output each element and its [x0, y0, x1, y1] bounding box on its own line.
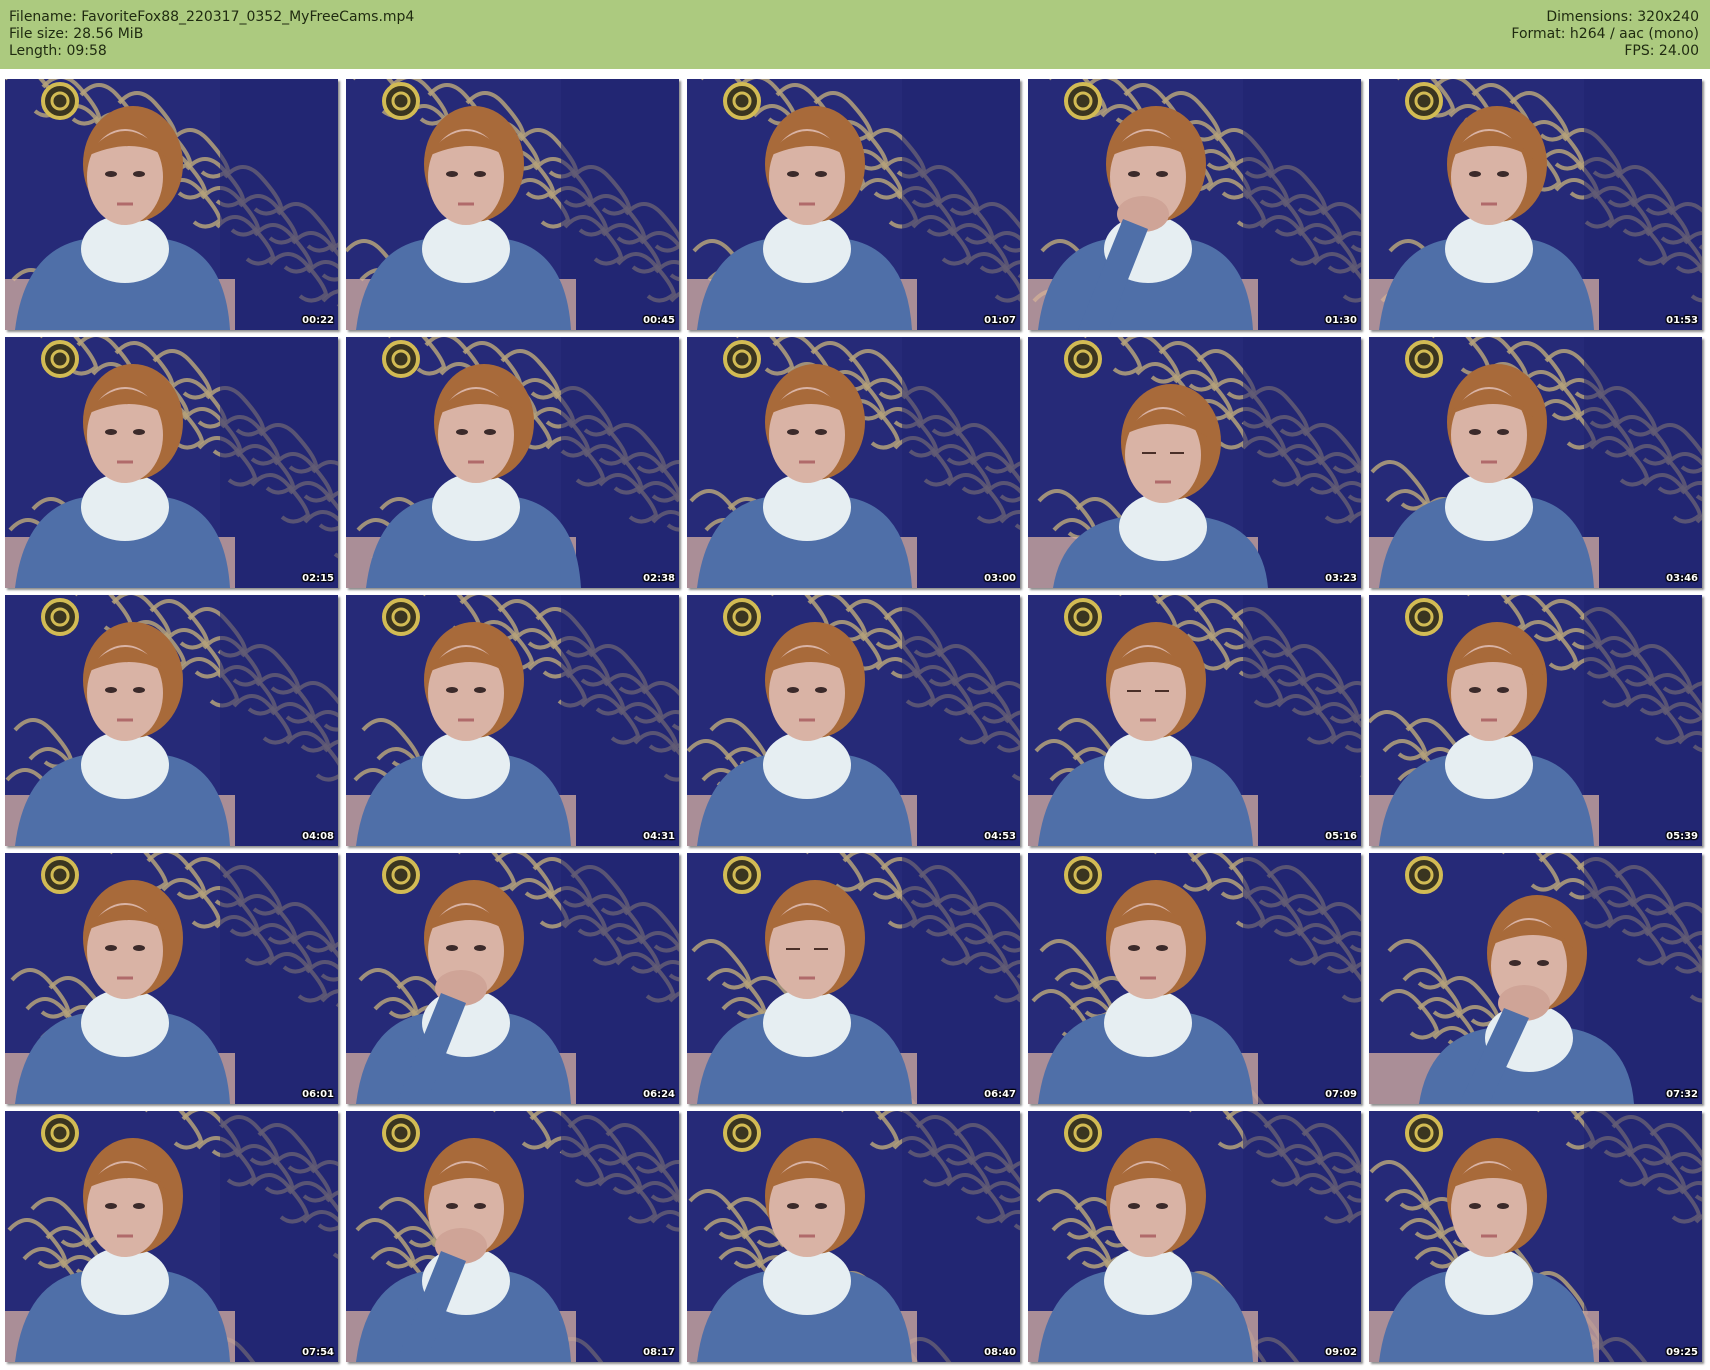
thumbnail-frame: [1369, 79, 1702, 330]
thumbnail-timestamp: 07:54: [302, 1347, 334, 1358]
thumbnail-frame: [346, 337, 679, 588]
video-thumbnail: 05:16: [1028, 595, 1361, 846]
filename-text: Filename: FavoriteFox88_220317_0352_MyFr…: [9, 9, 415, 25]
thumbnail-frame: [5, 1111, 338, 1362]
thumbnail-timestamp: 03:00: [984, 573, 1016, 584]
thumbnail-frame: [1028, 853, 1361, 1104]
thumbnail-timestamp: 04:53: [984, 831, 1016, 842]
thumbnail-frame: [346, 595, 679, 846]
thumbnail-frame: [5, 595, 338, 846]
thumbnail-frame: [5, 853, 338, 1104]
thumbnail-timestamp: 01:30: [1325, 315, 1357, 326]
video-thumbnail: 00:22: [5, 79, 338, 330]
video-thumbnail: 03:23: [1028, 337, 1361, 588]
video-thumbnail: 06:01: [5, 853, 338, 1104]
video-thumbnail: 08:40: [687, 1111, 1020, 1362]
thumbnail-frame: [1028, 79, 1361, 330]
thumbnail-timestamp: 07:32: [1666, 1089, 1698, 1100]
thumbnail-timestamp: 06:24: [643, 1089, 675, 1100]
thumbnail-frame: [1028, 1111, 1361, 1362]
video-thumbnail: 01:30: [1028, 79, 1361, 330]
thumbnail-timestamp: 05:39: [1666, 831, 1698, 842]
thumbnail-timestamp: 03:46: [1666, 573, 1698, 584]
thumbnail-frame: [346, 79, 679, 330]
thumbnail-frame: [5, 79, 338, 330]
thumbnail-timestamp: 05:16: [1325, 831, 1357, 842]
thumbnail-timestamp: 02:38: [643, 573, 675, 584]
thumbnail-timestamp: 06:01: [302, 1089, 334, 1100]
thumbnail-frame: [346, 1111, 679, 1362]
thumbnail-frame: [687, 337, 1020, 588]
video-thumbnail: 03:00: [687, 337, 1020, 588]
video-thumbnail: 01:53: [1369, 79, 1702, 330]
thumbnail-timestamp: 04:08: [302, 831, 334, 842]
thumbnail-frame: [687, 853, 1020, 1104]
thumbnail-frame: [1369, 853, 1702, 1104]
thumbnail-timestamp: 00:45: [643, 315, 675, 326]
thumbnail-timestamp: 02:15: [302, 573, 334, 584]
video-thumbnail: 05:39: [1369, 595, 1702, 846]
thumbnail-frame: [687, 79, 1020, 330]
video-thumbnail: 00:45: [346, 79, 679, 330]
video-thumbnail: 09:02: [1028, 1111, 1361, 1362]
thumbnail-timestamp: 08:40: [984, 1347, 1016, 1358]
thumbnail-timestamp: 03:23: [1325, 573, 1357, 584]
thumbnail-timestamp: 09:02: [1325, 1347, 1357, 1358]
video-thumbnail: 09:25: [1369, 1111, 1702, 1362]
video-thumbnail: 07:09: [1028, 853, 1361, 1104]
thumbnail-frame: [1369, 595, 1702, 846]
filesize-text: File size: 28.56 MiB: [9, 26, 144, 42]
video-thumbnail: 04:53: [687, 595, 1020, 846]
thumbnail-grid: 00:22 00:45 01:07 01:30 01:53 02:15 02:38 03:00…: [0, 69, 1710, 1370]
thumbnail-timestamp: 04:31: [643, 831, 675, 842]
thumbnail-frame: [346, 853, 679, 1104]
info-right: Dimensions: 320x240 Format: h264 / aac (…: [1511, 9, 1699, 60]
thumbnail-frame: [687, 595, 1020, 846]
thumbnail-frame: [1028, 337, 1361, 588]
thumbnail-frame: [5, 337, 338, 588]
thumbnail-timestamp: 00:22: [302, 315, 334, 326]
length-text: Length: 09:58: [9, 43, 107, 59]
video-thumbnail: 06:47: [687, 853, 1020, 1104]
fps-text: FPS: 24.00: [1624, 43, 1699, 59]
thumbnail-timestamp: 09:25: [1666, 1347, 1698, 1358]
video-thumbnail: 04:31: [346, 595, 679, 846]
info-left: Filename: FavoriteFox88_220317_0352_MyFr…: [9, 9, 414, 60]
thumbnail-timestamp: 07:09: [1325, 1089, 1357, 1100]
video-thumbnail: 01:07: [687, 79, 1020, 330]
video-thumbnail: 08:17: [346, 1111, 679, 1362]
thumbnail-timestamp: 01:07: [984, 315, 1016, 326]
video-thumbnail: 04:08: [5, 595, 338, 846]
info-header: Filename: FavoriteFox88_220317_0352_MyFr…: [0, 0, 1710, 69]
video-thumbnail: 07:54: [5, 1111, 338, 1362]
video-thumbnail: 02:15: [5, 337, 338, 588]
thumbnail-frame: [1028, 595, 1361, 846]
video-thumbnail: 06:24: [346, 853, 679, 1104]
video-thumbnail: 03:46: [1369, 337, 1702, 588]
format-text: Format: h264 / aac (mono): [1511, 26, 1699, 42]
thumbnail-frame: [687, 1111, 1020, 1362]
video-thumbnail: 02:38: [346, 337, 679, 588]
thumbnail-timestamp: 01:53: [1666, 315, 1698, 326]
thumbnail-timestamp: 08:17: [643, 1347, 675, 1358]
video-thumbnail: 07:32: [1369, 853, 1702, 1104]
thumbnail-timestamp: 06:47: [984, 1089, 1016, 1100]
thumbnail-frame: [1369, 1111, 1702, 1362]
thumbnail-frame: [1369, 337, 1702, 588]
dimensions-text: Dimensions: 320x240: [1546, 9, 1699, 25]
